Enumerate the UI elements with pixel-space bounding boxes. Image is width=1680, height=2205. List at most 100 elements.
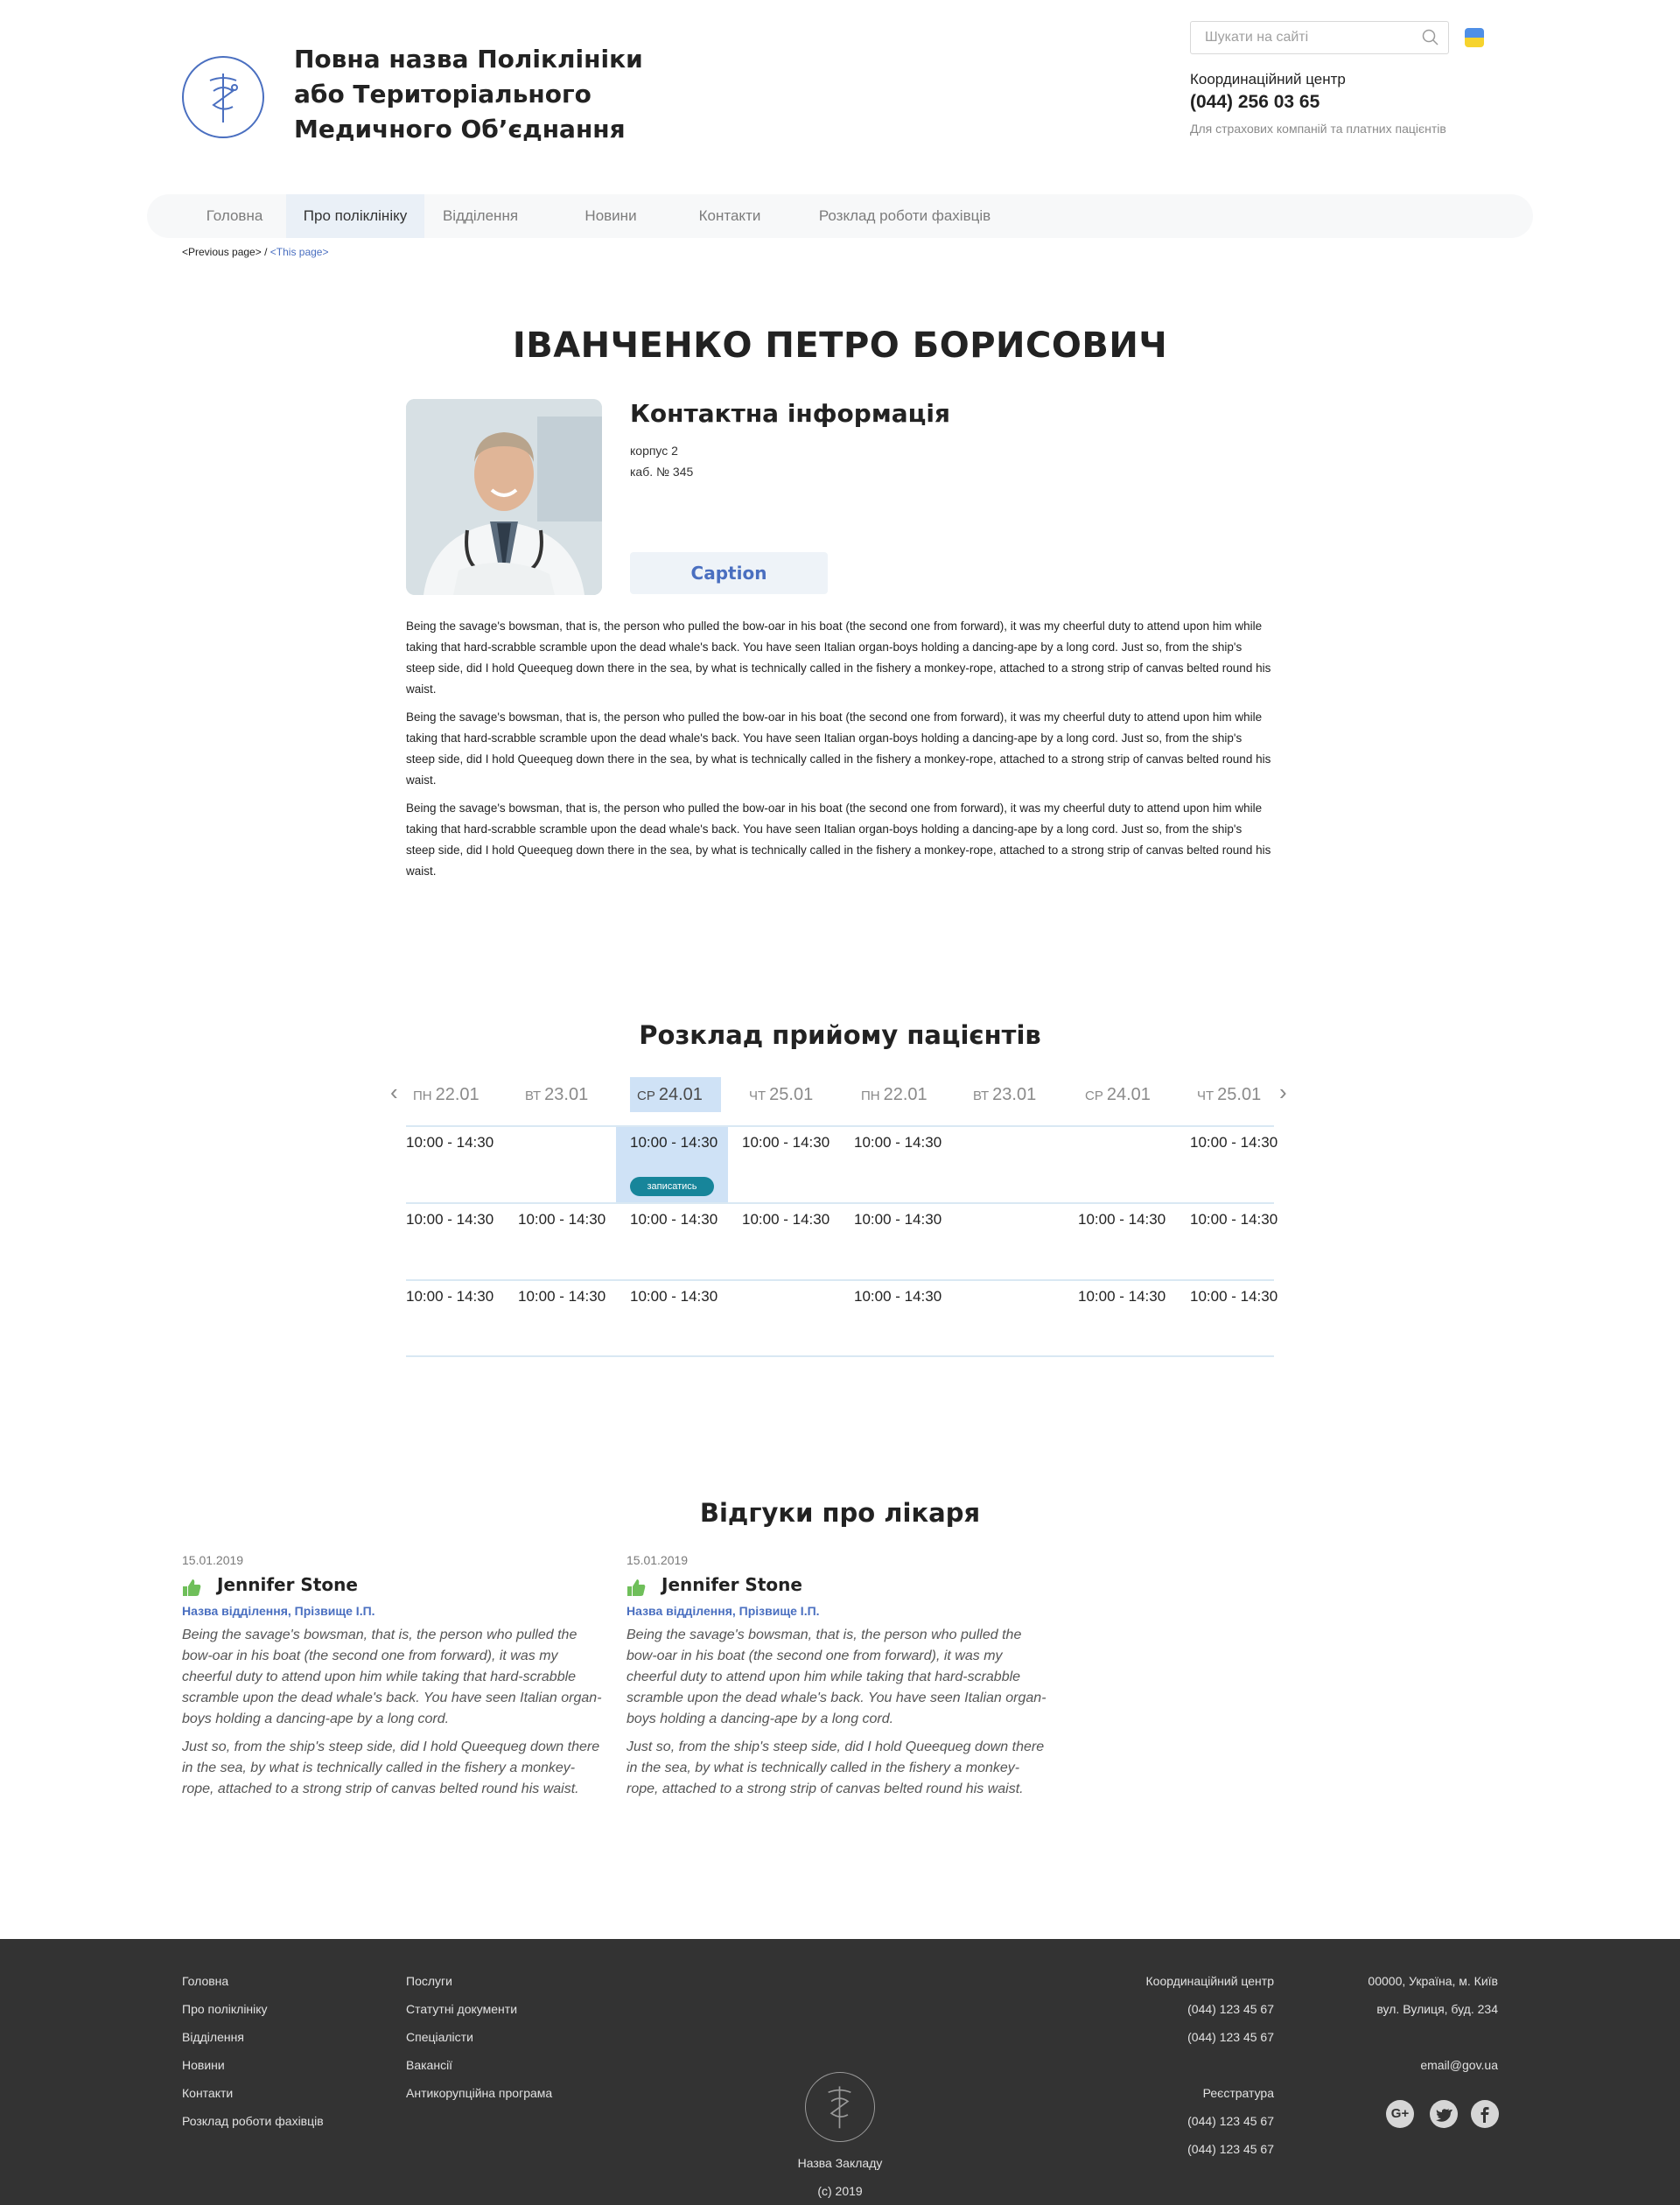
- coordination-title: Координаційний центр: [1190, 71, 1346, 88]
- logo[interactable]: [182, 56, 264, 138]
- footer-phone[interactable]: (044) 123 45 67: [1050, 2142, 1274, 2156]
- footer-link[interactable]: Головна: [182, 1974, 228, 1988]
- footer-link[interactable]: Розклад роботи фахівців: [182, 2114, 324, 2128]
- schedule-day-tab[interactable]: ПН 22.01: [413, 1077, 497, 1112]
- thumbs-up-icon: [627, 1579, 646, 1596]
- footer-link[interactable]: Про поліклініку: [182, 2002, 268, 2016]
- nav-item-schedule[interactable]: Розклад роботи фахівців: [812, 194, 998, 238]
- time-slot[interactable]: 10:00 - 14:30: [1190, 1288, 1278, 1306]
- time-slot[interactable]: 10:00 - 14:30: [854, 1288, 942, 1306]
- schedule-day-tab[interactable]: ЧТ 25.01: [1197, 1077, 1281, 1112]
- review-text: Being the savage's bowsman, that is, the…: [626, 1628, 1046, 1726]
- time-slot[interactable]: 10:00 - 14:30: [406, 1288, 494, 1306]
- time-slot[interactable]: 10:00 - 14:30: [854, 1134, 942, 1152]
- footer-phone[interactable]: (044) 123 45 67: [1050, 2002, 1274, 2016]
- time-slot[interactable]: 10:00 - 14:30: [742, 1134, 830, 1152]
- schedule-divider: [406, 1125, 1274, 1127]
- search-input[interactable]: [1205, 30, 1406, 46]
- day-date: 22.01: [883, 1085, 928, 1104]
- footer-institution-name: Назва Закладу: [797, 2156, 883, 2170]
- time-slot[interactable]: 10:00 - 14:30: [630, 1211, 718, 1228]
- contact-office: каб. № 345: [630, 465, 694, 479]
- footer-phone[interactable]: (044) 123 45 67: [1050, 2030, 1274, 2044]
- day-of-week: ВТ: [525, 1088, 542, 1103]
- day-date: 25.01: [1217, 1085, 1262, 1104]
- chevron-left-icon[interactable]: ‹: [390, 1079, 398, 1106]
- site-title: Повна назва Поліклініки або Територіальн…: [294, 45, 643, 144]
- footer-email[interactable]: email@gov.ua: [1295, 2058, 1498, 2072]
- time-slot[interactable]: 10:00 - 14:30: [406, 1211, 494, 1228]
- day-of-week: ПН: [413, 1088, 432, 1103]
- footer-link[interactable]: Статутні документи: [406, 2002, 517, 2016]
- time-slot[interactable]: 10:00 - 14:30: [854, 1211, 942, 1228]
- nav-item-contacts[interactable]: Контакти: [688, 194, 772, 238]
- footer-link[interactable]: Вакансії: [406, 2058, 452, 2072]
- caduceus-icon: [209, 74, 238, 122]
- time-slot[interactable]: 10:00 - 14:30: [1190, 1134, 1278, 1152]
- breadcrumb-current: <This page>: [270, 246, 329, 258]
- schedule-day-tab[interactable]: ВТ 23.01: [973, 1077, 1057, 1112]
- schedule-divider: [406, 1202, 1274, 1204]
- coordination-phone[interactable]: (044) 256 03 65: [1190, 92, 1320, 113]
- time-slot[interactable]: 10:00 - 14:30: [1078, 1211, 1166, 1228]
- footer-link[interactable]: Антикорупційна програма: [406, 2086, 552, 2100]
- schedule-day-tab[interactable]: ВТ 23.01: [525, 1077, 609, 1112]
- footer: Головна Про поліклініку Відділення Новин…: [0, 1939, 1680, 2205]
- schedule-day-tab[interactable]: СР 24.01: [1085, 1077, 1169, 1112]
- review-text: Being the savage's bowsman, that is, the…: [182, 1628, 602, 1726]
- schedule-day-tab[interactable]: ПН 22.01: [861, 1077, 945, 1112]
- search-icon[interactable]: [1422, 29, 1439, 46]
- bio-paragraph: Being the savage's bowsman, that is, the…: [406, 710, 1271, 787]
- footer-logo[interactable]: [805, 2072, 875, 2142]
- footer-copyright: (c) 2019: [817, 2184, 863, 2198]
- day-date: 22.01: [435, 1085, 480, 1104]
- time-slot[interactable]: 10:00 - 14:30: [1190, 1211, 1278, 1228]
- time-slot[interactable]: 10:00 - 14:30: [518, 1288, 606, 1306]
- bio-paragraph: Being the savage's bowsman, that is, the…: [406, 802, 1271, 878]
- day-of-week: ВТ: [973, 1088, 990, 1103]
- schedule-title: Розклад прийому пацієнтів: [639, 1020, 1041, 1050]
- review-card: 15.01.2019 Jennifer Stone Назва відділен…: [626, 1553, 1046, 1800]
- google-plus-icon[interactable]: G+: [1386, 2100, 1414, 2128]
- review-card: 15.01.2019 Jennifer Stone Назва відділен…: [182, 1553, 602, 1800]
- twitter-icon[interactable]: [1430, 2100, 1458, 2128]
- footer-link[interactable]: Послуги: [406, 1974, 452, 1988]
- footer-link[interactable]: Спеціалісти: [406, 2030, 473, 2044]
- nav-item-home[interactable]: Головна: [189, 194, 280, 238]
- search-box[interactable]: [1190, 21, 1449, 54]
- day-of-week: ПН: [861, 1088, 880, 1103]
- nav-item-about[interactable]: Про поліклініку: [286, 194, 424, 238]
- time-slot[interactable]: 10:00 - 14:30: [630, 1288, 718, 1306]
- footer-phone[interactable]: (044) 123 45 67: [1050, 2114, 1274, 2128]
- time-slot[interactable]: 10:00 - 14:30: [1078, 1288, 1166, 1306]
- review-department[interactable]: Назва відділення, Прізвище І.П.: [626, 1604, 1046, 1618]
- review-text: Just so, from the ship's steep side, did…: [182, 1740, 600, 1796]
- ukraine-flag-icon[interactable]: [1465, 28, 1484, 47]
- breadcrumb: <Previous page> / <This page>: [182, 246, 328, 258]
- schedule-day-tab[interactable]: СР 24.01: [630, 1077, 721, 1112]
- page-title: ІВАНЧЕНКО ПЕТРО БОРИСОВИЧ: [512, 326, 1168, 366]
- footer-link[interactable]: Відділення: [182, 2030, 244, 2044]
- doctor-portrait-icon: [406, 399, 602, 595]
- time-slot[interactable]: 10:00 - 14:30: [518, 1211, 606, 1228]
- schedule-divider: [406, 1355, 1274, 1357]
- footer-coord-title: Координаційний центр: [1145, 1974, 1275, 1988]
- breadcrumb-previous[interactable]: <Previous page>: [182, 246, 262, 258]
- day-date: 25.01: [769, 1085, 814, 1104]
- time-slot[interactable]: 10:00 - 14:30: [742, 1211, 830, 1228]
- footer-link[interactable]: Новини: [182, 2058, 225, 2072]
- schedule-day-tab[interactable]: ЧТ 25.01: [749, 1077, 833, 1112]
- time-slot[interactable]: 10:00 - 14:30: [630, 1134, 718, 1152]
- footer-address: 00000, Україна, м. Київ: [1368, 1974, 1498, 1988]
- caption-button[interactable]: Caption: [630, 552, 828, 594]
- book-appointment-button[interactable]: записатись: [630, 1177, 714, 1196]
- day-of-week: ЧТ: [1197, 1088, 1214, 1103]
- nav-item-departments[interactable]: Відділення: [433, 194, 528, 238]
- time-slot[interactable]: 10:00 - 14:30: [406, 1134, 494, 1152]
- day-date: 23.01: [992, 1085, 1037, 1104]
- facebook-icon[interactable]: [1471, 2100, 1499, 2128]
- footer-link[interactable]: Контакти: [182, 2086, 233, 2100]
- review-department[interactable]: Назва відділення, Прізвище І.П.: [182, 1604, 602, 1618]
- nav-item-news[interactable]: Новини: [576, 194, 646, 238]
- day-date: 24.01: [658, 1085, 703, 1104]
